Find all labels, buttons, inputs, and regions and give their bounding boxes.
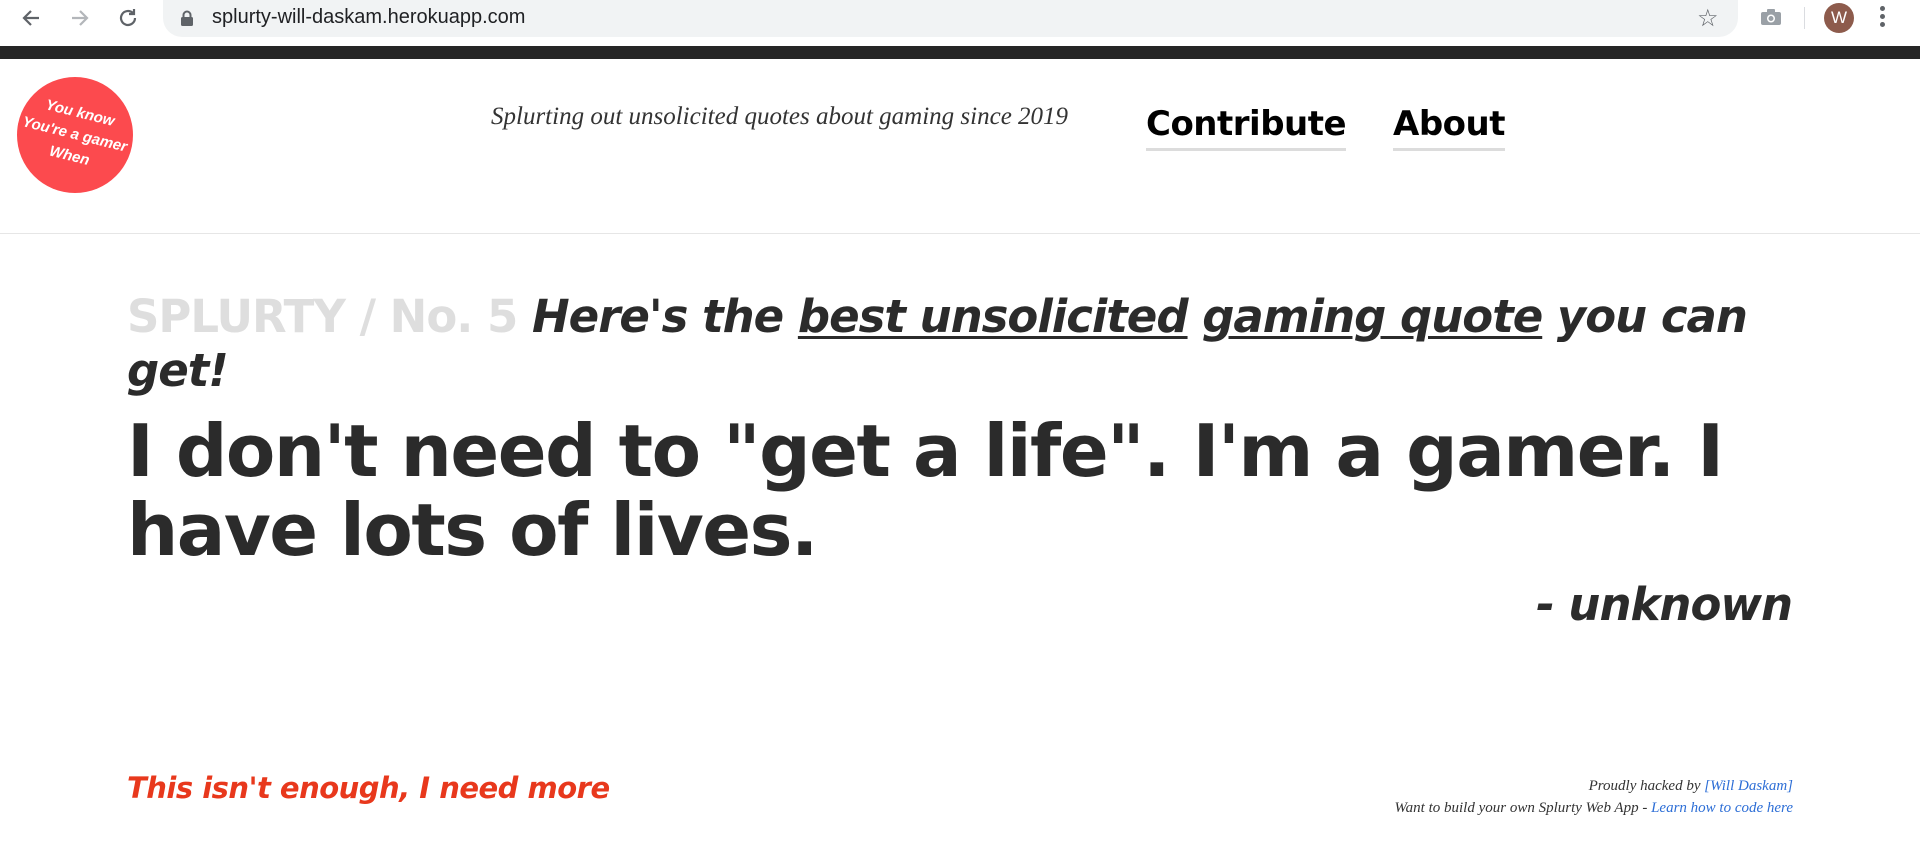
tagline: Splurting out unsolicited quotes about g…: [491, 103, 1069, 130]
reload-icon[interactable]: [115, 5, 141, 31]
lock-icon: [180, 10, 194, 31]
brand-label: SPLURTY / No. 5: [127, 290, 518, 343]
build-line: Want to build your own Splurty Web App -…: [1395, 797, 1793, 819]
star-icon[interactable]: ☆: [1697, 4, 1719, 32]
header-divider: [0, 233, 1920, 234]
nav-contribute-link[interactable]: Contribute: [1146, 104, 1347, 151]
browser-toolbar: splurty-will-daskam.herokuapp.com ☆ W: [0, 0, 1920, 37]
profile-avatar[interactable]: W: [1824, 3, 1854, 33]
forward-arrow-icon[interactable]: [67, 5, 93, 31]
page-headline: SPLURTY / No. 5 Here's the best unsolici…: [127, 290, 1797, 398]
logo-badge[interactable]: You know You're a gamer When: [17, 77, 133, 193]
lead-before: Here's the: [532, 290, 798, 343]
more-quotes-link[interactable]: This isn't enough, I need more: [127, 771, 610, 805]
credit-prefix: Proudly hacked by: [1588, 778, 1705, 794]
build-prefix: Want to build your own Splurty Web App -: [1394, 800, 1652, 816]
footer-credits: Proudly hacked by [Will Daskam] Want to …: [1395, 775, 1793, 819]
kebab-menu-icon[interactable]: [1880, 6, 1888, 30]
quote-text: I don't need to "get a life". I'm a game…: [127, 409, 1724, 572]
learn-to-code-link[interactable]: Learn how to code here: [1651, 800, 1793, 816]
url-text[interactable]: splurty-will-daskam.herokuapp.com: [212, 6, 525, 29]
back-arrow-icon[interactable]: [18, 5, 44, 31]
credit-line: Proudly hacked by [Will Daskam]: [1395, 775, 1793, 797]
lead-emphasis-gaming: gaming quote: [1202, 290, 1543, 343]
nav-about-link[interactable]: About: [1393, 104, 1505, 151]
toolbar-divider: [1804, 7, 1805, 29]
lead-emphasis-best: best unsolicited: [797, 290, 1189, 343]
camera-icon[interactable]: [1760, 8, 1782, 30]
top-bar: [0, 46, 1920, 59]
author-link[interactable]: [Will Daskam]: [1704, 778, 1793, 794]
quote-attribution: - unknown: [1536, 578, 1793, 631]
logo-text: You know You're a gamer When: [21, 96, 130, 170]
